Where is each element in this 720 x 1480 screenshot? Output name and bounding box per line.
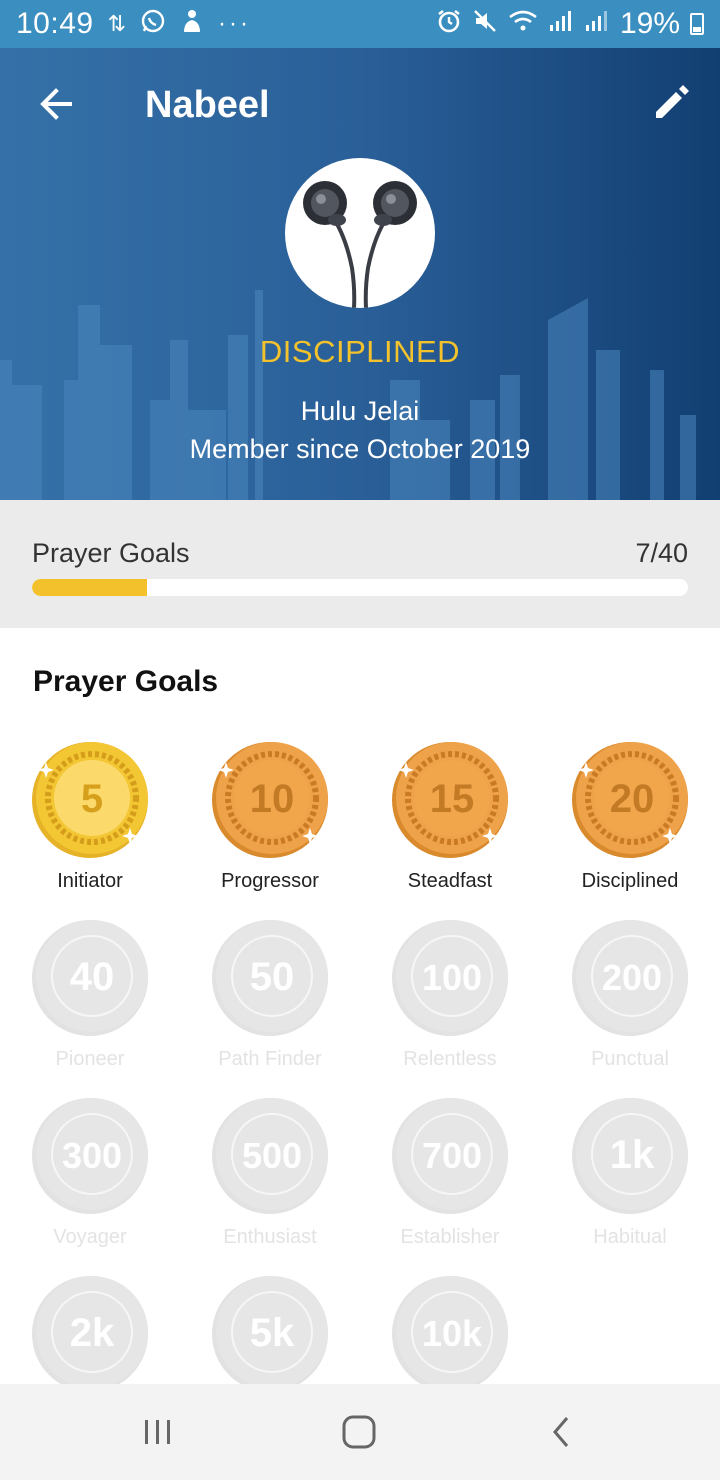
medal-icon: 5 bbox=[32, 742, 148, 858]
badge-label: Pioneer bbox=[55, 1048, 125, 1070]
locked-medal-icon: 200 bbox=[572, 920, 688, 1036]
prayer-goals-progress: Prayer Goals 7/40 bbox=[0, 500, 720, 628]
badge-label: Path Finder bbox=[218, 1048, 322, 1070]
badge-label: Initiator bbox=[57, 870, 123, 892]
badge-value: 20 bbox=[610, 777, 655, 821]
back-nav-button[interactable] bbox=[541, 1412, 581, 1452]
rank-title: DISCIPLINED bbox=[259, 334, 461, 369]
progress-bar-fill bbox=[32, 579, 147, 596]
locked-medal-icon: 100 bbox=[392, 920, 508, 1036]
signal-icon-2 bbox=[584, 9, 610, 39]
badge-value: 40 bbox=[70, 955, 115, 999]
badge-label: Voyager bbox=[53, 1226, 127, 1248]
locked-medal-icon: 40 bbox=[32, 920, 148, 1036]
goal-badge[interactable]: 50 Path Finder bbox=[180, 916, 360, 1094]
badge-value: 5k bbox=[250, 1311, 295, 1355]
badge-value: 10 bbox=[250, 777, 295, 821]
back-chevron-icon bbox=[553, 1417, 569, 1447]
badge-value: 100 bbox=[422, 957, 482, 998]
data-transfer-icon: ⇅ bbox=[107, 11, 127, 36]
progress-label: Prayer Goals bbox=[32, 538, 190, 568]
goal-badge[interactable]: 40 Pioneer bbox=[0, 916, 180, 1094]
badge-label: Disciplined bbox=[581, 870, 679, 892]
goal-badge[interactable]: 700 Establisher bbox=[360, 1094, 540, 1272]
goal-badge[interactable]: 300 Voyager bbox=[0, 1094, 180, 1272]
location-text: Hulu Jelai bbox=[300, 396, 420, 426]
badge-value: 700 bbox=[422, 1135, 482, 1176]
badge-label: Steadfast bbox=[407, 870, 493, 892]
badge-value: 2k bbox=[70, 1311, 115, 1355]
avatar[interactable] bbox=[285, 158, 435, 308]
goal-badge[interactable]: 20 Disciplined bbox=[540, 738, 720, 916]
battery-percent: 19% bbox=[619, 7, 680, 40]
locked-medal-icon: 5k bbox=[212, 1276, 328, 1392]
badge-value: 5 bbox=[81, 777, 103, 821]
badge-value: 300 bbox=[62, 1135, 122, 1176]
battery-icon bbox=[690, 13, 704, 35]
locked-medal-icon: 1k bbox=[572, 1098, 688, 1214]
progress-count: 7/40 bbox=[635, 538, 688, 568]
badge-value: 10k bbox=[422, 1313, 483, 1354]
prayer-app-icon bbox=[180, 8, 204, 40]
page-title: Nabeel bbox=[145, 84, 270, 126]
medal-icon: 15 bbox=[392, 742, 508, 858]
locked-medal-icon: 50 bbox=[212, 920, 328, 1036]
status-notification-icons: ⇅ ··· bbox=[108, 8, 251, 40]
goals-section-title: Prayer Goals bbox=[33, 665, 219, 698]
signal-icon bbox=[548, 9, 574, 39]
badge-label: Habitual bbox=[593, 1226, 667, 1248]
badge-value: 15 bbox=[430, 777, 475, 821]
badge-value: 1k bbox=[610, 1133, 655, 1177]
status-system-icons: 19% bbox=[436, 7, 704, 41]
badge-value: 500 bbox=[242, 1135, 302, 1176]
badge-label: Punctual bbox=[591, 1048, 669, 1070]
badge-label: Establisher bbox=[400, 1226, 500, 1248]
goal-badge[interactable]: 200 Punctual bbox=[540, 916, 720, 1094]
goal-badge[interactable]: 10 Progressor bbox=[180, 738, 360, 916]
goal-badge[interactable]: 1k Habitual bbox=[540, 1094, 720, 1272]
locked-medal-icon: 500 bbox=[212, 1098, 328, 1214]
back-button[interactable] bbox=[36, 84, 76, 124]
more-notifications-icon: ··· bbox=[218, 10, 251, 37]
medal-icon: 20 bbox=[572, 742, 688, 858]
home-button[interactable] bbox=[339, 1412, 379, 1452]
navigation-bar bbox=[0, 1384, 720, 1480]
goal-badge[interactable]: 5 Initiator bbox=[0, 738, 180, 916]
locked-medal-icon: 10k bbox=[392, 1276, 508, 1392]
alarm-icon bbox=[436, 8, 462, 40]
goal-badge[interactable]: 100 Relentless bbox=[360, 916, 540, 1094]
mute-icon bbox=[472, 8, 498, 40]
member-since-text: Member since October 2019 bbox=[189, 434, 531, 464]
earphones-image bbox=[303, 181, 417, 308]
badge-value: 50 bbox=[250, 955, 295, 999]
edit-profile-button[interactable] bbox=[652, 82, 692, 122]
badge-label: Relentless bbox=[403, 1048, 497, 1070]
whatsapp-icon bbox=[140, 8, 166, 40]
wifi-icon bbox=[508, 9, 538, 39]
pencil-icon bbox=[656, 85, 689, 118]
profile-header: Nabeel DISCIPLINED Hulu Jelai Member sin… bbox=[0, 48, 720, 500]
status-bar: 10:49 ⇅ ··· 19% bbox=[0, 0, 720, 48]
locked-medal-icon: 300 bbox=[32, 1098, 148, 1214]
goal-badge[interactable]: 15 Steadfast bbox=[360, 738, 540, 916]
badge-value: 200 bbox=[602, 957, 662, 998]
home-icon bbox=[342, 1415, 376, 1449]
medal-icon: 10 bbox=[212, 742, 328, 858]
locked-medal-icon: 700 bbox=[392, 1098, 508, 1214]
badge-label: Progressor bbox=[221, 870, 319, 892]
badge-label: Enthusiast bbox=[223, 1226, 317, 1248]
progress-bar bbox=[32, 579, 688, 596]
locked-medal-icon: 2k bbox=[32, 1276, 148, 1392]
goal-badge[interactable]: 500 Enthusiast bbox=[180, 1094, 360, 1272]
status-time: 10:49 bbox=[16, 7, 94, 40]
recent-apps-icon bbox=[145, 1420, 170, 1444]
recent-apps-button[interactable] bbox=[138, 1412, 178, 1452]
